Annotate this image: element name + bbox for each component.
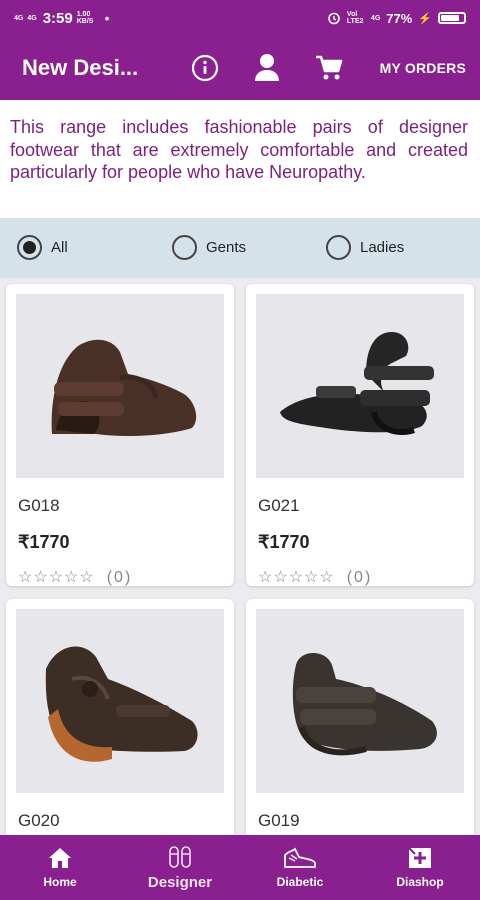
- nav-home-label: Home: [43, 875, 77, 889]
- sandal-icon: [167, 845, 193, 869]
- app-bar-actions: [188, 51, 346, 85]
- product-price: ₹1770: [258, 532, 310, 552]
- radio-circle: [17, 235, 42, 260]
- product-image: [256, 294, 464, 478]
- status-bar: 4G 4G 3:59 1.00 KB/S • Vol LTE2 4G 77% ⚡: [0, 0, 480, 36]
- charging-icon: ⚡: [418, 12, 432, 25]
- cart-icon[interactable]: [312, 51, 346, 85]
- product-grid: G018 ₹1770 ☆☆☆☆☆ (0) G021 ₹1770 ☆☆☆☆☆ (0): [0, 278, 480, 835]
- network-indicator-right: 4G: [370, 14, 381, 22]
- product-code: G018: [18, 496, 60, 515]
- radio-circle: [172, 235, 197, 260]
- filter-gents-label: Gents: [206, 239, 247, 256]
- rating-stars: ☆☆☆☆☆: [258, 569, 335, 586]
- filter-ladies-radio[interactable]: Ladies: [326, 235, 404, 260]
- product-price: ₹1770: [18, 532, 70, 552]
- product-code: G020: [18, 811, 60, 830]
- product-code: G021: [258, 496, 300, 515]
- battery-icon: [438, 12, 466, 24]
- status-right: Vol LTE2 4G 77% ⚡: [327, 11, 466, 26]
- product-card[interactable]: G021 ₹1770 ☆☆☆☆☆ (0): [246, 284, 474, 586]
- product-image: [256, 609, 464, 793]
- network-indicator-2: 4G: [27, 14, 37, 22]
- app-bar: New Desi... MY ORDERS: [0, 36, 480, 100]
- battery-percent: 77%: [386, 10, 413, 26]
- status-left: 4G 4G 3:59 1.00 KB/S •: [14, 10, 109, 27]
- radio-circle: [326, 235, 351, 260]
- filter-gents-radio[interactable]: Gents: [172, 235, 246, 260]
- my-orders-button[interactable]: MY ORDERS: [380, 60, 466, 76]
- network-indicator: 4G: [14, 14, 24, 22]
- nav-diabetic-label: Diabetic: [276, 875, 324, 889]
- product-rating: ☆☆☆☆☆ (0): [258, 567, 372, 587]
- nav-designer[interactable]: Designer: [120, 835, 240, 900]
- nav-diashop[interactable]: Diashop: [360, 835, 480, 900]
- product-image: [16, 609, 224, 793]
- filter-ladies-label: Ladies: [360, 239, 405, 256]
- info-icon[interactable]: [188, 51, 222, 85]
- nav-home[interactable]: Home: [0, 835, 120, 900]
- product-image: [16, 294, 224, 478]
- product-card[interactable]: G020: [6, 599, 234, 835]
- nav-diashop-label: Diashop: [396, 875, 444, 889]
- rating-count: (0): [106, 569, 133, 586]
- home-icon: [48, 846, 72, 870]
- filter-all-radio[interactable]: All: [17, 235, 68, 260]
- network-speed: 1.00 KB/S: [76, 11, 94, 25]
- volte-indicator: Vol LTE2: [346, 11, 364, 25]
- rating-stars: ☆☆☆☆☆: [18, 569, 95, 586]
- status-time: 3:59: [42, 9, 73, 27]
- page-title: New Desi...: [22, 55, 139, 80]
- product-code: G019: [258, 811, 300, 830]
- category-description: This range includes fashionable pairs of…: [0, 100, 480, 218]
- nav-diabetic[interactable]: Diabetic: [240, 835, 360, 900]
- product-rating: ☆☆☆☆☆ (0): [18, 567, 132, 587]
- shop-icon: [407, 846, 433, 870]
- filter-all-label: All: [51, 239, 68, 256]
- user-icon[interactable]: [250, 51, 284, 85]
- filter-bar: All Gents Ladies: [0, 218, 480, 278]
- rating-count: (0): [346, 569, 373, 586]
- product-card[interactable]: G018 ₹1770 ☆☆☆☆☆ (0): [6, 284, 234, 586]
- product-card[interactable]: G019: [246, 599, 474, 835]
- bottom-navigation: Home Designer Diabetic Diashop: [0, 835, 480, 900]
- nav-designer-label: Designer: [147, 873, 213, 891]
- alarm-icon: [328, 12, 340, 25]
- shoe-icon: [283, 846, 317, 870]
- notification-dot: •: [104, 10, 110, 26]
